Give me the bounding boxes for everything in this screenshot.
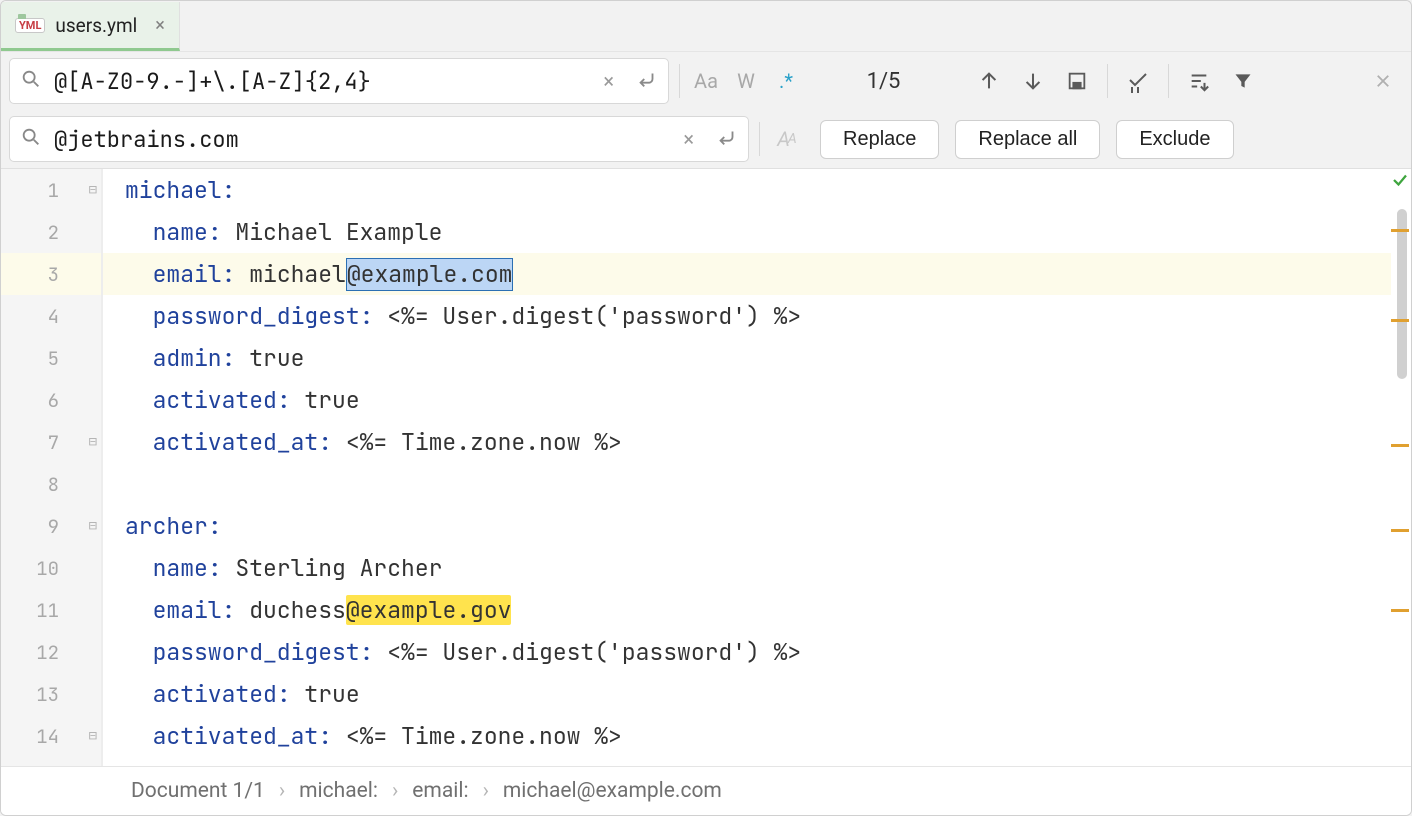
search-options-button[interactable] [1179,61,1219,101]
code-line[interactable]: archer: [103,505,1411,547]
find-clear-icon[interactable]: × [591,69,626,93]
yml-filetype-icon: YML [15,18,45,33]
code-line[interactable]: email: duchess@example.gov [103,589,1411,631]
gutter-line: 10 [1,547,101,589]
code-line[interactable]: activated_at: <%= Time.zone.now %> [103,715,1411,757]
breadcrumb-document[interactable]: Document 1/1 [131,779,265,803]
editor-window: YML users.yml × × Aa [0,0,1412,816]
gutter-line: 4 [1,295,101,337]
code-line[interactable]: michael: [103,169,1411,211]
gutter-line: 13 [1,673,101,715]
preserve-case-toggle[interactable]: AA [766,119,806,159]
chevron-right-icon: › [279,779,285,803]
gutter-line: 1⊟ [1,169,101,211]
tab-label: users.yml [55,14,137,37]
code-line[interactable] [103,463,1411,505]
code-line[interactable]: name: Michael Example [103,211,1411,253]
fold-icon[interactable]: ⊟ [89,181,97,199]
select-all-button[interactable] [1057,61,1097,101]
match-marker[interactable] [1391,444,1409,447]
filter-button[interactable] [1223,61,1263,101]
code-line[interactable]: email: michael@example.com [103,253,1411,295]
find-replace-bar: × Aa W .* 1/5 [1,52,1411,169]
gutter-line: 3 [1,253,101,295]
regex-toggle[interactable]: .* [766,61,806,101]
replace-newline-icon[interactable] [706,126,748,152]
exclude-button[interactable]: Exclude [1116,120,1233,159]
match-marker[interactable] [1391,229,1409,232]
tab-bar: YML users.yml × [1,1,1411,52]
scrollbar-thumb[interactable] [1397,209,1407,379]
code-line[interactable]: activated: true [103,673,1411,715]
next-match-button[interactable] [1013,61,1053,101]
gutter-line: 11 [1,589,101,631]
gutter-line: 9⊟ [1,505,101,547]
close-findbar-button[interactable] [1363,61,1403,101]
newline-toggle-icon[interactable] [626,68,668,94]
breadcrumb-bar: Document 1/1 › michael: › email: › micha… [1,766,1411,815]
gutter-line: 5 [1,337,101,379]
search-icon [20,68,42,94]
whole-word-toggle[interactable]: W [726,61,766,101]
replace-all-button[interactable]: Replace all [955,120,1100,159]
editor-area[interactable]: 1⊟234567⊟89⊟1011121314⊟ michael: name: M… [1,169,1411,766]
chevron-right-icon: › [392,779,398,803]
prev-match-button[interactable] [969,61,1009,101]
chevron-right-icon: › [483,779,489,803]
code-line[interactable]: admin: true [103,337,1411,379]
marker-strip [1391,169,1411,766]
gutter-line: 14⊟ [1,715,101,757]
code-line[interactable]: password_digest: <%= User.digest('passwo… [103,631,1411,673]
match-marker[interactable] [1391,609,1409,612]
fold-icon[interactable]: ⊟ [89,727,97,745]
find-input-wrap[interactable]: × [9,58,669,104]
replace-search-icon [20,126,42,152]
code-line[interactable]: password_digest: <%= User.digest('passwo… [103,295,1411,337]
code-area[interactable]: michael: name: Michael Example email: mi… [103,169,1411,766]
code-line[interactable]: name: Sterling Archer [103,547,1411,589]
find-input[interactable] [52,66,591,97]
breadcrumb-item[interactable]: email: [412,779,468,803]
gutter-line: 7⊟ [1,421,101,463]
breadcrumb-item[interactable]: michael@example.com [503,779,722,803]
replace-button[interactable]: Replace [820,120,939,159]
inspection-ok-icon [1391,171,1409,193]
breadcrumb-item[interactable]: michael: [299,779,378,803]
fold-icon[interactable]: ⊟ [89,433,97,451]
highlighted-match: @example.gov [346,595,512,625]
fold-icon[interactable]: ⊟ [89,517,97,535]
add-selection-button[interactable] [1118,61,1158,101]
tab-close-icon[interactable]: × [155,15,165,36]
replace-clear-icon[interactable]: × [671,127,706,151]
gutter-line: 8 [1,463,101,505]
code-line[interactable]: activated: true [103,379,1411,421]
selected-match: @example.com [346,258,514,291]
gutter-line: 6 [1,379,101,421]
gutter-line: 2 [1,211,101,253]
match-marker[interactable] [1391,529,1409,532]
match-case-toggle[interactable]: Aa [686,61,726,101]
tab-users-yml[interactable]: YML users.yml × [1,2,180,51]
match-count: 1/5 [806,52,961,110]
replace-input-wrap[interactable]: × [9,116,749,162]
replace-input[interactable] [52,124,671,155]
gutter: 1⊟234567⊟89⊟1011121314⊟ [1,169,103,766]
code-line[interactable]: activated_at: <%= Time.zone.now %> [103,421,1411,463]
match-marker[interactable] [1391,319,1409,322]
gutter-line: 12 [1,631,101,673]
